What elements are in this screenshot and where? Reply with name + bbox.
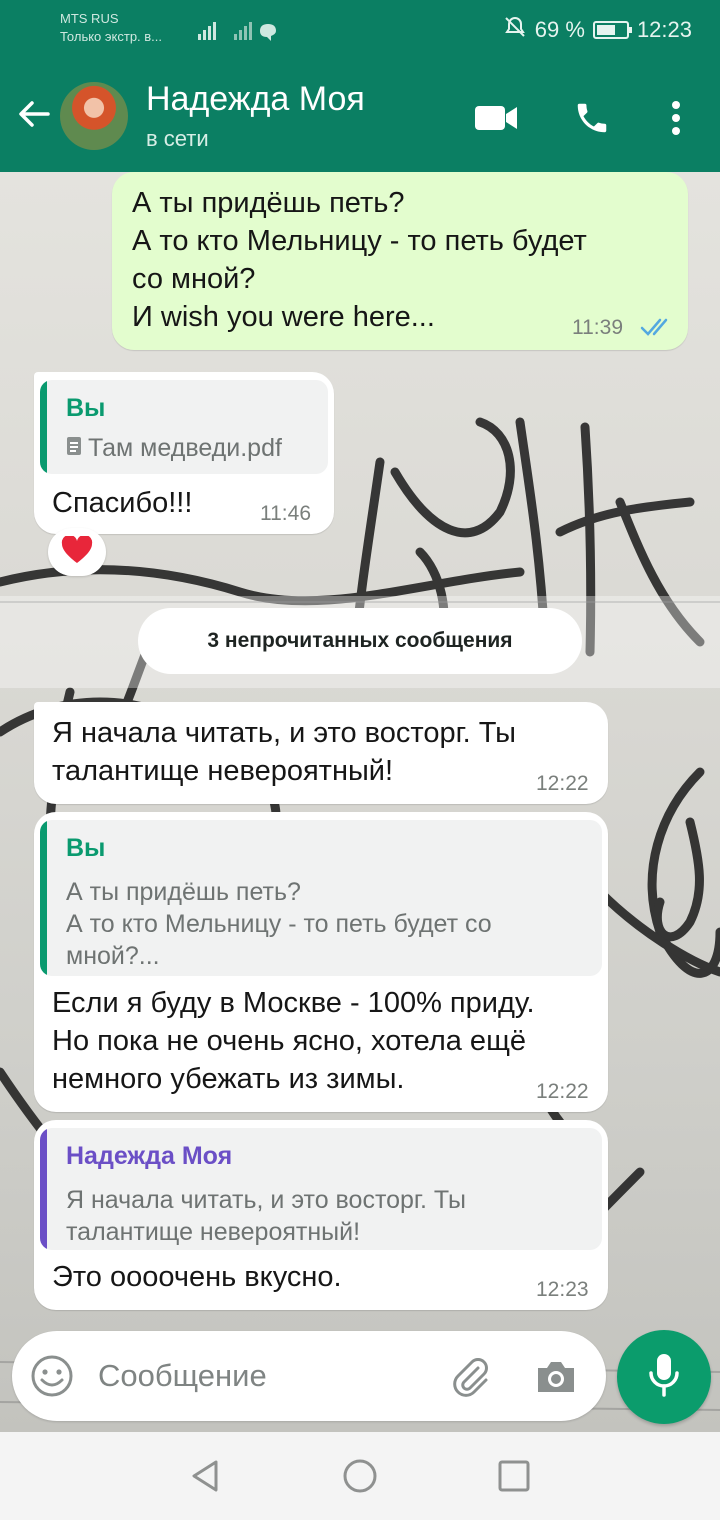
quote-bar (40, 1128, 47, 1250)
message-time: 12:22 (536, 1080, 589, 1103)
quote-sender: Вы (66, 834, 106, 862)
quoted-message[interactable]: Вы Там медведи.pdf (40, 380, 328, 474)
carrier-info: MTS RUS Только экстр. в... (60, 10, 162, 46)
message-incoming[interactable]: Вы А ты придёшь петь? А то кто Мельницу … (34, 812, 608, 1112)
message-outgoing[interactable]: А ты придёшь петь? А то кто Мельницу - т… (112, 172, 688, 350)
quote-file-name: Там медведи.pdf (88, 434, 282, 462)
message-input[interactable]: Сообщение (98, 1358, 267, 1394)
message-line: немного убежать из зимы. (52, 1063, 405, 1095)
quote-line: Я начала читать, и это восторг. Ты (66, 1186, 467, 1214)
quoted-message[interactable]: Вы А ты придёшь петь? А то кто Мельницу … (40, 820, 602, 976)
camera-icon[interactable] (534, 1354, 578, 1403)
back-arrow-icon[interactable] (14, 94, 54, 134)
message-time: 11:46 (260, 502, 311, 525)
message-incoming[interactable]: Надежда Моя Я начала читать, и это восто… (34, 1120, 608, 1310)
video-call-icon[interactable] (472, 94, 520, 142)
reaction-badge[interactable] (48, 528, 106, 576)
quote-line: талантище невероятный! (66, 1218, 361, 1246)
signal-icon (196, 20, 292, 45)
message-composer[interactable]: Сообщение (12, 1331, 606, 1421)
quote-bar (40, 820, 47, 976)
quote-file: Там медведи.pdf (66, 432, 282, 464)
nav-back-icon[interactable] (186, 1456, 226, 1496)
message-text: Это оооочень вкусно. (52, 1261, 342, 1293)
quote-sender: Надежда Моя (66, 1142, 233, 1170)
message-time: 12:22 (536, 772, 589, 795)
mic-icon (644, 1351, 684, 1404)
quote-bar (40, 380, 47, 474)
message-line: талантище невероятный! (52, 755, 394, 787)
contact-avatar[interactable] (60, 82, 128, 150)
chat-area[interactable]: А ты придёшь петь? А то кто Мельницу - т… (0, 172, 720, 1432)
message-text: Спасибо!!! (52, 487, 193, 519)
unread-count-label: 3 непрочитанных сообщения (138, 608, 582, 674)
battery-level (596, 25, 616, 35)
status-bar: MTS RUS Только экстр. в... 69 % 12:23 (0, 0, 720, 62)
quote-line: А то кто Мельницу - то петь будет со (66, 910, 492, 938)
nav-home-icon[interactable] (340, 1456, 380, 1496)
quote-line: мной?... (66, 942, 160, 970)
battery-icon (592, 21, 632, 39)
carrier-name: MTS RUS (60, 11, 119, 26)
quote-line: А ты придёшь петь? (66, 878, 301, 906)
message-time: 11:39 (572, 316, 623, 339)
message-line: И wish you were here... (132, 301, 435, 333)
message-line: А ты придёшь петь? (132, 187, 405, 219)
status-right: 69 % 12:23 (503, 15, 692, 45)
system-nav-bar (0, 1432, 720, 1520)
message-line: Если я буду в Москве - 100% приду. (52, 987, 535, 1019)
message-incoming[interactable]: Я начала читать, и это восторг. Ты талан… (34, 702, 608, 804)
mic-button[interactable] (617, 1330, 711, 1424)
message-time: 12:23 (536, 1278, 589, 1301)
battery-percent: 69 % (534, 17, 585, 42)
message-line: Но пока не очень ясно, хотела ещё (52, 1025, 527, 1057)
phone-icon[interactable] (568, 94, 616, 142)
unread-divider: 3 непрочитанных сообщения (0, 596, 720, 688)
quote-sender: Вы (66, 394, 106, 422)
more-vert-icon[interactable] (652, 94, 700, 142)
attach-icon[interactable] (448, 1354, 492, 1403)
nav-recents-icon[interactable] (494, 1456, 534, 1496)
quoted-message[interactable]: Надежда Моя Я начала читать, и это восто… (40, 1128, 602, 1250)
chat-header: Надежда Моя в сети (0, 62, 720, 172)
message-line: Я начала читать, и это восторг. Ты (52, 717, 517, 749)
message-line: со мной? (132, 263, 256, 295)
double-check-icon (640, 318, 674, 343)
contact-status: в сети (146, 126, 209, 151)
message-line: А то кто Мельницу - то петь будет (132, 225, 587, 257)
contact-name[interactable]: Надежда Моя (146, 80, 365, 119)
heart-icon (61, 534, 93, 569)
clock: 12:23 (636, 17, 692, 42)
emoji-icon[interactable] (30, 1354, 74, 1403)
mute-icon (503, 15, 527, 45)
carrier-subtitle: Только экстр. в... (60, 29, 163, 44)
message-incoming[interactable]: Вы Там медведи.pdf Спасибо!!! 11:46 (34, 372, 334, 534)
document-icon (66, 432, 82, 464)
